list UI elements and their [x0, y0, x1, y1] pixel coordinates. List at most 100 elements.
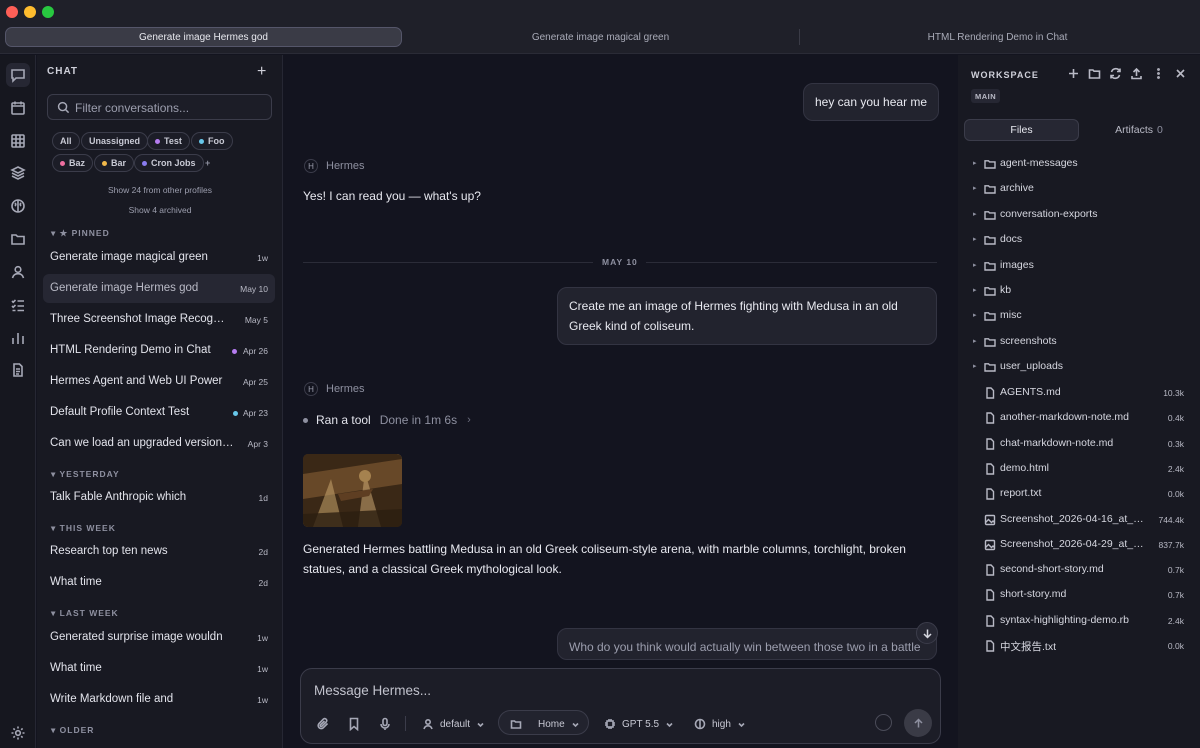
user-icon[interactable] — [6, 260, 30, 284]
file-row[interactable]: demo.html 2.4k — [958, 458, 1200, 483]
show-archived-link[interactable]: Show 4 archived — [37, 205, 283, 215]
file-size: 0.7k — [1167, 565, 1184, 576]
table-icon[interactable] — [6, 129, 30, 153]
more-options-icon[interactable] — [1152, 67, 1165, 80]
zoom-window-button[interactable] — [42, 6, 54, 18]
conversation-item[interactable]: What time 2d — [43, 568, 275, 597]
conversation-item[interactable]: Three Screenshot Image Recognition May 5 — [43, 305, 275, 334]
file-row[interactable]: Screenshot_2026-04-16_at_12.png 744.4k — [958, 509, 1200, 534]
file-row[interactable]: second-short-story.md 0.7k — [958, 559, 1200, 584]
conversation-item[interactable]: What time 1w — [43, 654, 275, 683]
checklist-icon[interactable] — [6, 293, 30, 317]
conversation-item[interactable]: HTML Rendering Demo in Chat Apr 26 — [43, 336, 275, 365]
section-pinned[interactable]: ▾ ★ PINNED — [51, 228, 110, 239]
folder-icon[interactable] — [6, 227, 30, 251]
model-selector[interactable]: GPT 5.5 — [604, 713, 674, 735]
tab-generate-image-magical-green[interactable]: Generate image magical green — [402, 27, 799, 47]
folder-row[interactable]: ▸ screenshots — [958, 331, 1200, 356]
file-row[interactable]: chat-markdown-note.md 0.3k — [958, 433, 1200, 458]
folder-row[interactable]: ▸ user_uploads — [958, 356, 1200, 381]
bookmark-icon[interactable] — [347, 717, 361, 732]
folder-row[interactable]: ▸ kb — [958, 280, 1200, 305]
expand-caret-icon[interactable]: ▸ — [973, 286, 977, 294]
filter-chip-all[interactable]: All — [52, 132, 80, 150]
conversation-item[interactable]: Can we load an upgraded version of Herme… — [43, 429, 275, 458]
brain-icon[interactable] — [6, 194, 30, 218]
new-folder-icon[interactable] — [1088, 67, 1101, 80]
conversation-item[interactable]: Write Markdown file and 1w — [43, 685, 275, 714]
microphone-icon[interactable] — [378, 717, 392, 731]
file-row[interactable]: AGENTS.md 10.3k — [958, 382, 1200, 407]
expand-caret-icon[interactable]: ▸ — [973, 159, 977, 167]
branch-badge[interactable]: MAIN — [971, 89, 1001, 103]
scroll-to-bottom-button[interactable] — [916, 622, 938, 644]
filter-chip-unassigned[interactable]: Unassigned — [81, 132, 149, 150]
expand-caret-icon[interactable]: ▸ — [973, 311, 977, 319]
section-older[interactable]: ▾ OLDER — [51, 725, 94, 736]
message-input[interactable] — [314, 680, 814, 700]
close-window-button[interactable] — [6, 6, 18, 18]
file-icon — [984, 437, 996, 450]
tool-call-summary[interactable]: Ran a tool Done in 1m 6s › — [303, 411, 471, 429]
expand-caret-icon[interactable]: ▸ — [973, 210, 977, 218]
show-other-profiles-link[interactable]: Show 24 from other profiles — [37, 185, 283, 195]
generated-image[interactable] — [303, 454, 402, 527]
expand-caret-icon[interactable]: ▸ — [973, 235, 977, 243]
filter-chip-foo[interactable]: Foo — [191, 132, 233, 150]
filter-chip-bar[interactable]: Bar — [94, 154, 135, 172]
folder-row[interactable]: ▸ docs — [958, 229, 1200, 254]
conversation-item[interactable]: Generate image magical green 1w — [43, 243, 275, 272]
document-icon[interactable] — [6, 358, 30, 382]
file-row[interactable]: Screenshot_2026-04-29_at_09.png 837.7k — [958, 534, 1200, 559]
minimize-window-button[interactable] — [24, 6, 36, 18]
section-last-week[interactable]: ▾ LAST WEEK — [51, 608, 119, 619]
add-tag-button[interactable]: + — [201, 154, 214, 172]
layers-icon[interactable] — [6, 161, 30, 185]
file-row[interactable]: syntax-highlighting-demo.rb 2.4k — [958, 610, 1200, 635]
chart-icon[interactable] — [6, 326, 30, 350]
section-this-week[interactable]: ▾ THIS WEEK — [51, 523, 116, 534]
expand-caret-icon[interactable]: ▸ — [973, 184, 977, 192]
folder-row[interactable]: ▸ archive — [958, 178, 1200, 203]
attach-icon[interactable] — [316, 717, 330, 731]
chat-icon[interactable] — [6, 63, 30, 87]
send-button[interactable] — [904, 709, 932, 737]
section-yesterday[interactable]: ▾ YESTERDAY — [51, 469, 120, 480]
workspace-selector[interactable]: Home — [510, 713, 580, 735]
new-file-icon[interactable] — [1067, 67, 1080, 80]
tab-html-rendering-demo[interactable]: HTML Rendering Demo in Chat — [800, 27, 1195, 47]
conversation-item[interactable]: Talk Fable Anthropic which 1d — [43, 483, 275, 512]
upload-icon[interactable] — [1130, 67, 1143, 80]
reasoning-effort-selector[interactable]: high — [694, 713, 746, 735]
tab-artifacts[interactable]: Artifacts 0 — [1084, 119, 1194, 141]
file-row[interactable]: short-story.md 0.7k — [958, 584, 1200, 609]
folder-row[interactable]: ▸ images — [958, 255, 1200, 280]
filter-chip-cron-jobs[interactable]: Cron Jobs — [134, 154, 204, 172]
conversation-item[interactable]: Research top ten news 2d — [43, 537, 275, 566]
filter-conversations-input[interactable] — [75, 99, 265, 116]
refresh-icon[interactable] — [1109, 67, 1122, 80]
close-panel-icon[interactable] — [1174, 67, 1187, 80]
expand-caret-icon[interactable]: ▸ — [973, 362, 977, 370]
expand-caret-icon[interactable]: ▸ — [973, 261, 977, 269]
filter-chip-test[interactable]: Test — [147, 132, 190, 150]
conversation-item-active[interactable]: Generate image Hermes god May 10 — [43, 274, 275, 303]
folder-row[interactable]: ▸ conversation-exports — [958, 204, 1200, 229]
folder-row[interactable]: ▸ agent-messages — [958, 153, 1200, 178]
conversation-item[interactable]: Default Profile Context Test Apr 23 — [43, 398, 275, 427]
file-row[interactable]: another-markdown-note.md 0.4k — [958, 407, 1200, 432]
filter-conversations-field[interactable] — [47, 94, 272, 120]
conversation-item[interactable]: Generated surprise image wouldn 1w — [43, 623, 275, 652]
tab-generate-image-hermes-god[interactable]: Generate image Hermes god — [5, 27, 402, 47]
file-row[interactable]: 中文报告.txt 0.0k — [958, 635, 1200, 660]
settings-icon[interactable] — [6, 721, 30, 745]
conversation-item[interactable]: Hermes Agent and Web UI Power Apr 25 — [43, 367, 275, 396]
expand-caret-icon[interactable]: ▸ — [973, 337, 977, 345]
folder-row[interactable]: ▸ misc — [958, 305, 1200, 330]
new-chat-button[interactable]: + — [257, 63, 266, 81]
calendar-icon[interactable] — [6, 96, 30, 120]
file-row[interactable]: report.txt 0.0k — [958, 483, 1200, 508]
filter-chip-baz[interactable]: Baz — [52, 154, 94, 172]
profile-selector[interactable]: default — [422, 713, 485, 735]
tab-files[interactable]: Files — [964, 119, 1079, 141]
